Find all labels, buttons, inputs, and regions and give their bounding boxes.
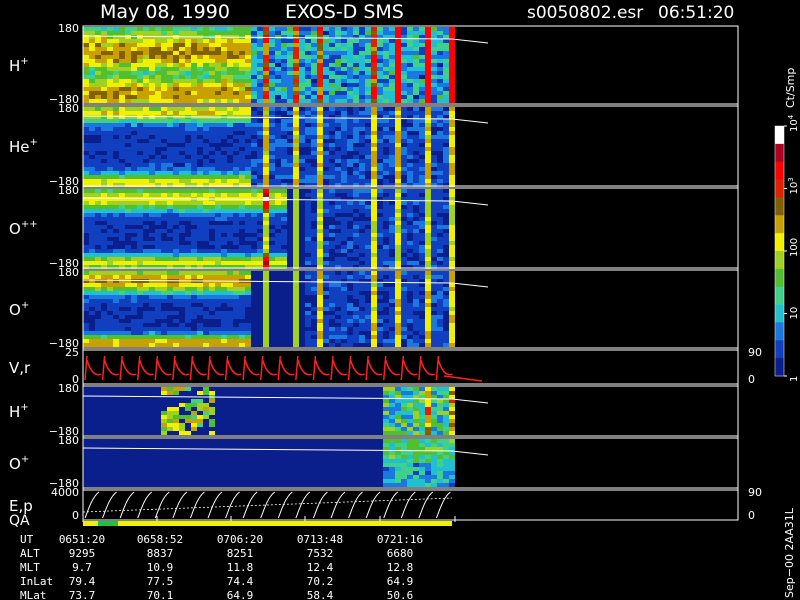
exos-d-sms-plot: May 08, 1990 EXOS-D SMS s0050802.esr 06:… bbox=[0, 0, 800, 600]
version-note: Sep−00 2AA31L bbox=[783, 507, 796, 598]
orbit-value: 70.1 bbox=[147, 589, 174, 600]
qa-bar bbox=[83, 521, 452, 526]
panel-ytick-top: 25 bbox=[65, 346, 79, 359]
orbit-value: 64.9 bbox=[227, 589, 254, 600]
panel-ytick-top: 180 bbox=[58, 102, 79, 115]
panel-right-tick-bottom: 0 bbox=[748, 509, 755, 522]
colorbar-unit: Ct/Smp bbox=[784, 68, 797, 108]
orbit-value: 74.4 bbox=[227, 575, 254, 588]
header-date: May 08, 1990 bbox=[100, 1, 230, 23]
panel-ytick-top: 180 bbox=[58, 266, 79, 279]
panel-ytick-top: 180 bbox=[58, 434, 79, 447]
colorbar-tick-label: 100 bbox=[789, 238, 800, 257]
orbit-row-name: MLT bbox=[20, 561, 40, 574]
orbit-value: 0713:48 bbox=[297, 533, 343, 546]
panel-right-tick-top: 90 bbox=[748, 486, 762, 499]
colorbar-tick-label: 1 bbox=[789, 376, 800, 382]
panel-label: V,r bbox=[9, 359, 31, 377]
orbit-value: 0651:20 bbox=[59, 533, 105, 546]
orbit-value: 8251 bbox=[227, 547, 254, 560]
panel-ytick-top: 4000 bbox=[51, 486, 79, 499]
orbit-value: 8837 bbox=[147, 547, 174, 560]
orbit-value: 9.7 bbox=[72, 561, 92, 574]
orbit-row-name: MLat bbox=[20, 589, 47, 600]
orbit-value: 64.9 bbox=[387, 575, 414, 588]
orbit-value: 79.4 bbox=[69, 575, 96, 588]
header-time: 06:51:20 bbox=[658, 3, 734, 23]
orbit-value: 77.5 bbox=[147, 575, 174, 588]
panel-ytick-top: 180 bbox=[58, 382, 79, 395]
orbit-value: 50.6 bbox=[387, 589, 414, 600]
orbit-row-name: UT bbox=[20, 533, 34, 546]
colorbar-tick-label: 10 bbox=[789, 307, 800, 320]
orbit-value: 9295 bbox=[69, 547, 96, 560]
orbit-value: 0658:52 bbox=[137, 533, 183, 546]
orbit-value: 58.4 bbox=[307, 589, 334, 600]
orbit-row-name: InLat bbox=[20, 575, 53, 588]
orbit-value: 12.4 bbox=[307, 561, 334, 574]
panel-ytick-bottom: 0 bbox=[72, 509, 79, 522]
orbit-value: 0721:16 bbox=[377, 533, 423, 546]
orbit-value: 10.9 bbox=[147, 561, 174, 574]
orbit-value: 11.8 bbox=[227, 561, 254, 574]
orbit-value: 73.7 bbox=[69, 589, 96, 600]
header-file: s0050802.esr bbox=[527, 3, 643, 23]
panel-ytick-top: 180 bbox=[58, 22, 79, 35]
qa-label: QA bbox=[9, 513, 30, 529]
panel-right-tick-top: 90 bbox=[748, 346, 762, 359]
orbit-row-name: ALT bbox=[20, 547, 40, 560]
orbit-value: 70.2 bbox=[307, 575, 334, 588]
orbit-value: 0706:20 bbox=[217, 533, 263, 546]
panel-right-tick-bottom: 0 bbox=[748, 373, 755, 386]
orbit-value: 6680 bbox=[387, 547, 414, 560]
orbit-value: 7532 bbox=[307, 547, 334, 560]
orbit-value: 12.8 bbox=[387, 561, 414, 574]
panel-ytick-top: 180 bbox=[58, 184, 79, 197]
spectrogram-panels bbox=[82, 27, 489, 519]
header-instrument: EXOS-D SMS bbox=[285, 1, 404, 23]
